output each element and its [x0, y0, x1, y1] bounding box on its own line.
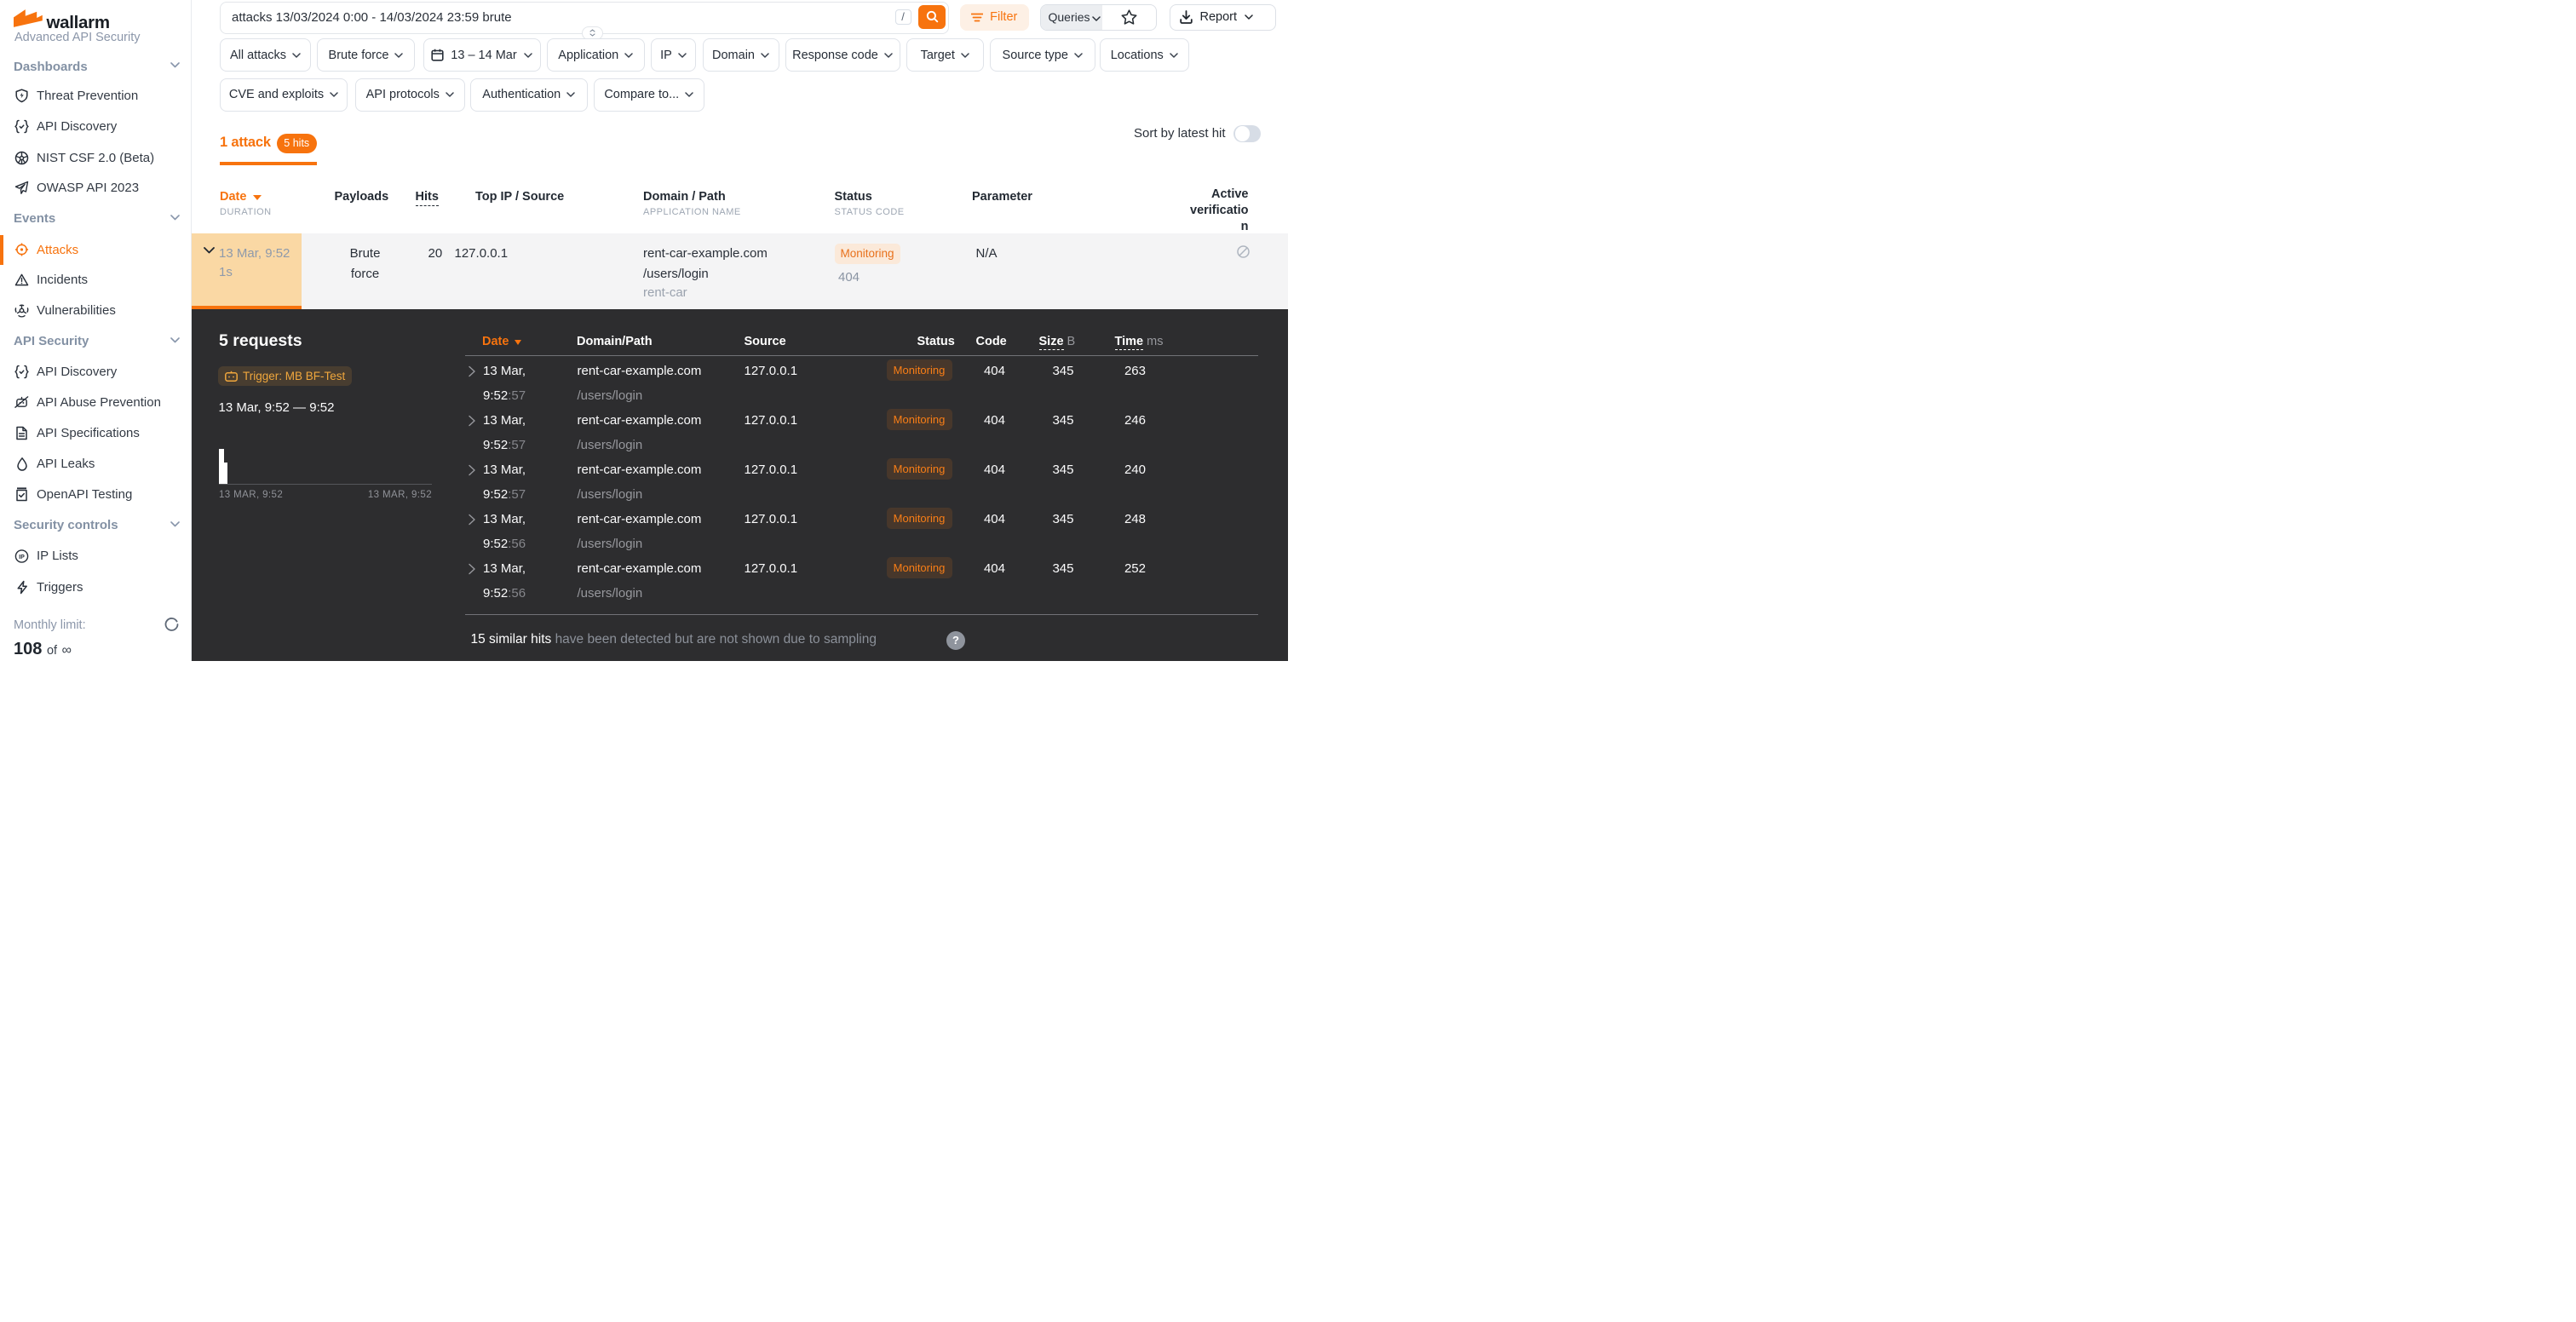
svg-text:IP: IP — [19, 553, 25, 560]
